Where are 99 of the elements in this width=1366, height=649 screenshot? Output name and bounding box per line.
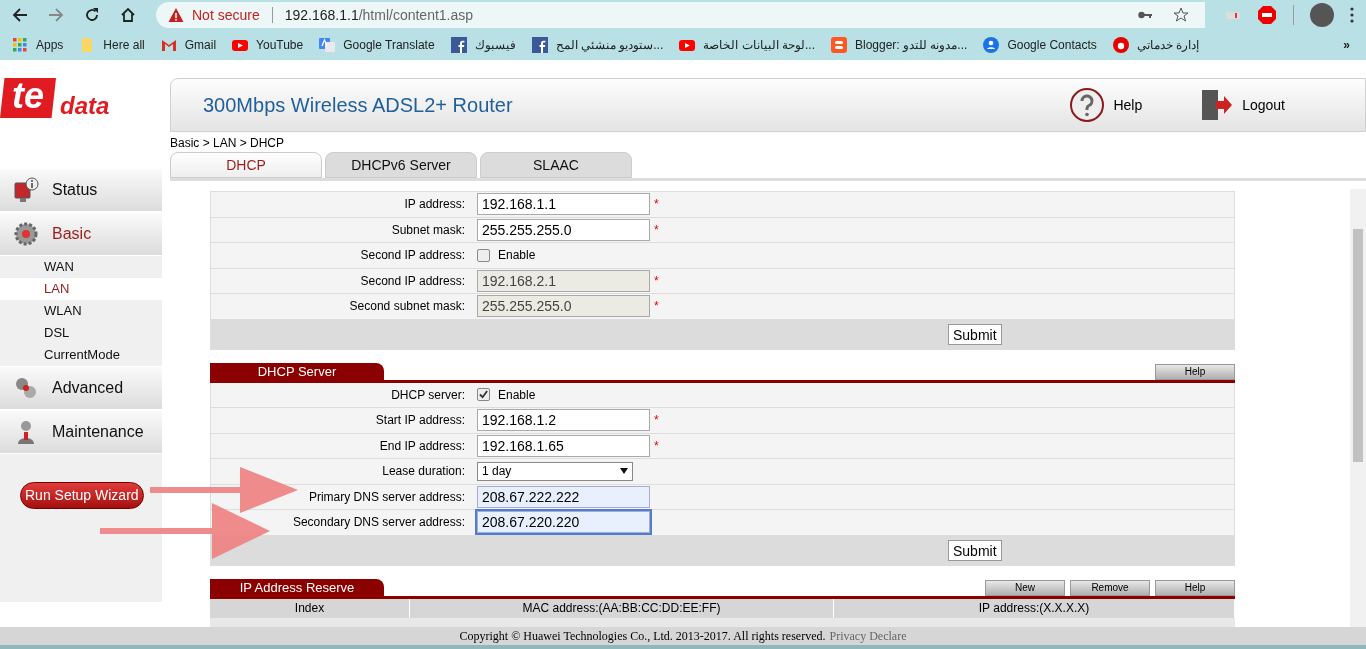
required-mark: *: [654, 412, 659, 430]
checkmark-icon: [479, 390, 488, 400]
bookmark[interactable]: Apps: [12, 36, 64, 54]
address-bar[interactable]: Not secure 192.168.1.1/html/content1.asp: [156, 2, 1205, 28]
bookmark[interactable]: لوحة البيانات الخاصة...: [679, 36, 815, 54]
checkbox[interactable]: [477, 248, 490, 262]
required-mark: *: [654, 196, 659, 214]
play-icon: [679, 37, 696, 53]
field-label: Primary DNS server address:: [307, 488, 466, 506]
field-label: Lease duration:: [381, 463, 466, 481]
copyright-text: Copyright © Huawei Technologies Co., Ltd. 2013-2017. All rights reserved.: [459, 628, 826, 645]
field-label: Second subnet mask:: [348, 298, 466, 316]
arrow-icon: [100, 503, 270, 559]
field-label: Subnet mask:: [390, 221, 466, 239]
home-icon[interactable]: [120, 7, 136, 23]
back-arrow-icon[interactable]: [12, 7, 28, 23]
sidebar-submenu-item[interactable]: CurrentMode: [0, 344, 162, 366]
section-title: DHCP Server: [210, 362, 384, 380]
ip-input-field[interactable]: 255.255.255.0: [477, 218, 650, 241]
bookmark[interactable]: Google Contacts: [983, 36, 1097, 54]
column-header: Index: [210, 598, 410, 618]
column-header: MAC address:(AA:BB:CC:DD:EE:FF): [410, 598, 834, 618]
privacy-link[interactable]: Privacy Declare: [829, 627, 907, 645]
bookmark[interactable]: ستوديو منشئي المح...: [531, 36, 664, 54]
sidebar-menu-item[interactable]: Maintenance: [0, 410, 162, 454]
mail-icon: [160, 37, 177, 53]
letter-f-icon: [450, 37, 467, 53]
arrow-icon: [150, 467, 298, 513]
gear-icon: [12, 220, 40, 248]
bookmark[interactable]: Blogger: مدونه للتدو...: [831, 36, 968, 54]
tab[interactable]: SLAAC: [480, 152, 632, 178]
checkbox[interactable]: [477, 388, 490, 402]
more-vertical-icon[interactable]: [1350, 7, 1354, 23]
breadcrumb: Basic > LAN > DHCP: [170, 135, 286, 152]
required-mark: *: [654, 298, 659, 316]
security-label: Not secure: [192, 5, 260, 25]
ip-input-field[interactable]: 208.67.222.222: [477, 485, 650, 508]
toolbar-button[interactable]: Remove: [1070, 579, 1150, 596]
apps-grid-icon: [12, 37, 28, 53]
sidebar-menu-item[interactable]: Advanced: [0, 366, 162, 410]
section-title: IP Address Reserve: [210, 578, 384, 596]
field-label: Second IP address:: [359, 272, 466, 290]
sidebar-submenu-item[interactable]: WLAN: [0, 300, 162, 322]
reload-icon[interactable]: [84, 7, 100, 23]
person-icon: [983, 37, 1000, 53]
submit-button[interactable]: Submit: [948, 539, 1002, 561]
submit-button[interactable]: Submit: [948, 323, 1002, 345]
dropdown-caret-icon: [620, 468, 628, 475]
field-label: DHCP server:: [390, 386, 466, 404]
required-mark: *: [654, 437, 659, 455]
enable-label: Enable: [498, 386, 536, 404]
toolbar-button[interactable]: New: [985, 579, 1065, 596]
monitor-info-icon: [12, 176, 40, 204]
ip-input-field[interactable]: 192.168.1.65: [477, 434, 650, 457]
scrollbar[interactable]: [1350, 189, 1366, 627]
ip-input-field[interactable]: 208.67.220.220: [477, 511, 650, 534]
bookmark[interactable]: Gmail: [160, 36, 217, 54]
blog-icon: [831, 37, 847, 53]
enable-label: Enable: [498, 247, 536, 265]
sidebar-menu-item[interactable]: Status: [0, 168, 162, 212]
more-bookmarks[interactable]: »: [1343, 36, 1366, 54]
router-title: 300Mbps Wireless ADSL2+ Router: [203, 93, 513, 118]
help-icon: [1069, 87, 1106, 123]
translate-icon: [319, 37, 336, 53]
column-header: IP address:(X.X.X.X): [834, 598, 1235, 618]
help-button[interactable]: Help: [1155, 363, 1235, 380]
bookmark[interactable]: فيسبوك: [450, 36, 516, 54]
field-label: IP address:: [403, 196, 466, 214]
warning-icon: [168, 7, 184, 23]
bookmark[interactable]: Here all: [79, 36, 145, 54]
ip-input-field[interactable]: 192.168.1.1: [477, 193, 650, 216]
letter-f-icon: [531, 37, 548, 53]
play-icon: [232, 37, 249, 53]
field-label: Start IP address:: [374, 412, 466, 430]
tab[interactable]: DHCP: [170, 152, 322, 178]
sidebar-menu-item[interactable]: Basic: [0, 212, 162, 256]
field-label: End IP address:: [378, 437, 466, 455]
run-setup-wizard-button[interactable]: Run Setup Wizard: [20, 482, 144, 509]
url-text: 192.168.1.1/html/content1.asp: [284, 5, 474, 25]
sidebar-submenu-item[interactable]: WAN: [0, 256, 162, 278]
lease-duration-dropdown[interactable]: 1 day: [477, 461, 633, 481]
ip-input-field[interactable]: 192.168.1.2: [477, 409, 650, 432]
logout-link[interactable]: Logout: [1198, 87, 1285, 123]
sidebar-submenu-item[interactable]: DSL: [0, 322, 162, 344]
required-mark: *: [654, 272, 659, 290]
bookmark[interactable]: YouTube: [232, 36, 304, 54]
bookmark[interactable]: Google Translate: [319, 36, 435, 54]
help-link[interactable]: Help: [1069, 87, 1143, 123]
avatar[interactable]: [1310, 3, 1334, 27]
tab[interactable]: DHCPv6 Server: [325, 152, 477, 178]
field-label: Secondary DNS server address:: [291, 514, 466, 532]
adblock-icon[interactable]: [1257, 5, 1277, 25]
star-icon[interactable]: [1173, 7, 1189, 23]
sidebar-submenu-item[interactable]: LAN: [0, 278, 162, 300]
required-mark: *: [654, 221, 659, 239]
bookmark[interactable]: إدارة خدماتي: [1112, 36, 1200, 54]
logo: te data: [0, 60, 162, 168]
field-label: Second IP address:: [359, 247, 466, 265]
toolbar-button[interactable]: Help: [1155, 579, 1235, 596]
